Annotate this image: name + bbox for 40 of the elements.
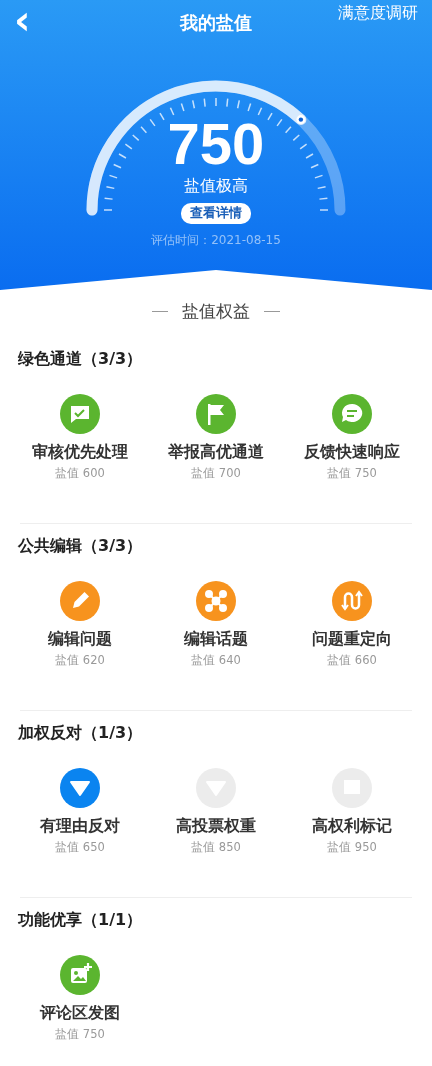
- benefit-label: 问题重定向: [312, 629, 392, 650]
- nodes-icon[interactable]: [196, 581, 236, 621]
- benefit-label: 反馈快速响应: [304, 442, 400, 463]
- redirect-icon[interactable]: [332, 581, 372, 621]
- benefit-requirement: 盐值 640: [191, 653, 241, 668]
- details-button[interactable]: 查看详情: [181, 203, 251, 224]
- benefit-requirement: 盐值 750: [327, 466, 377, 481]
- category-title: 加权反对（1/3）: [18, 722, 144, 744]
- benefit-label: 举报高优通道: [168, 442, 264, 463]
- benefit-requirement: 盐值 750: [55, 1027, 105, 1042]
- chat-icon[interactable]: [332, 394, 372, 434]
- benefit-requirement: 盐值 600: [55, 466, 105, 481]
- category-title: 功能优享（1/1）: [18, 909, 144, 931]
- score-value: 750: [167, 114, 265, 174]
- category-title: 绿色通道（3/3）: [18, 348, 144, 370]
- benefit-requirement: 盐值 700: [191, 466, 241, 481]
- benefit-label: 高权利标记: [312, 816, 392, 837]
- benefit-requirement: 盐值 650: [55, 840, 105, 855]
- check-bubble-icon[interactable]: [60, 394, 100, 434]
- benefit-label: 评论区发图: [40, 1003, 120, 1024]
- flag-icon[interactable]: [196, 394, 236, 434]
- assessment-date: 评估时间：2021-08-15: [151, 232, 281, 249]
- benefit-label: 编辑话题: [184, 629, 248, 650]
- pencil-icon[interactable]: [60, 581, 100, 621]
- benefit-requirement: 盐值 660: [327, 653, 377, 668]
- downvote-icon[interactable]: [60, 768, 100, 808]
- benefit-label: 有理由反对: [40, 816, 120, 837]
- back-button[interactable]: ‹: [14, 0, 31, 40]
- benefit-label: 高投票权重: [176, 816, 256, 837]
- score-rating: 盐值极高: [184, 176, 248, 197]
- benefit-requirement: 盐值 850: [191, 840, 241, 855]
- page-title: 我的盐值: [180, 11, 252, 35]
- benefit-label: 审核优先处理: [32, 442, 128, 463]
- benefit-requirement: 盐值 620: [55, 653, 105, 668]
- survey-link[interactable]: 满意度调研: [338, 3, 418, 24]
- benefit-label: 编辑问题: [48, 629, 112, 650]
- category-title: 公共编辑（3/3）: [18, 535, 144, 557]
- section-heading: 盐值权益: [182, 300, 250, 323]
- benefit-requirement: 盐值 950: [327, 840, 377, 855]
- image-plus-icon[interactable]: [60, 955, 100, 995]
